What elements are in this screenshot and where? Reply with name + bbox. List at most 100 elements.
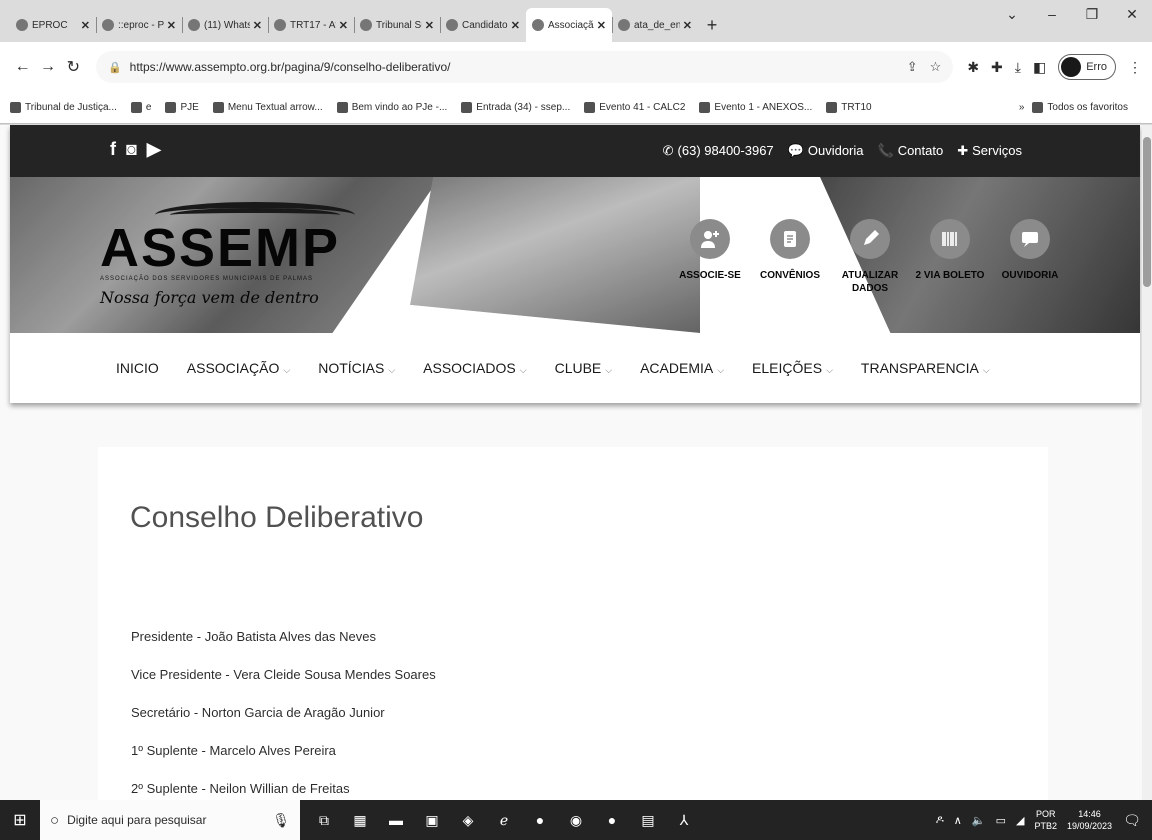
browser-tab[interactable]: (11) WhatsApp✕	[182, 8, 268, 42]
nav-associacao[interactable]: ASSOCIAÇÃO ⌵	[187, 360, 290, 376]
reload-icon[interactable]: ↻	[61, 57, 86, 77]
favicon-icon	[446, 19, 458, 31]
new-tab-button[interactable]: +	[698, 8, 726, 42]
language-indicator[interactable]: POR PTB2	[1034, 808, 1057, 832]
app-icon[interactable]: ▤	[638, 810, 658, 830]
phone-icon: 📞	[877, 143, 894, 158]
search-icon: ○	[50, 811, 60, 829]
more-bookmarks-icon[interactable]: »	[1019, 102, 1025, 113]
close-tab-icon[interactable]: ✕	[81, 19, 90, 32]
edge-browser-icon[interactable]: ℯ	[494, 810, 514, 830]
facebook-icon[interactable]: f	[110, 139, 116, 160]
browser-tab-active[interactable]: Associação D✕	[526, 8, 612, 42]
nav-associados[interactable]: ASSOCIADOS ⌵	[423, 360, 526, 376]
app-icon[interactable]: ◈	[458, 810, 478, 830]
close-tab-icon[interactable]: ✕	[425, 19, 434, 32]
close-tab-icon[interactable]: ✕	[511, 19, 520, 32]
notifications-icon[interactable]: 🗨	[1122, 810, 1142, 830]
close-tab-icon[interactable]: ✕	[167, 19, 176, 32]
download-icon[interactable]: ⤓	[1015, 59, 1021, 76]
chrome-browser-icon[interactable]: ◉	[566, 810, 586, 830]
browser-tab[interactable]: Candidatos ✕	[440, 8, 526, 42]
acrobat-app-icon[interactable]: ⅄	[674, 810, 694, 830]
close-window-icon[interactable]: ✕	[1112, 6, 1152, 23]
volume-icon[interactable]: 🔈	[972, 814, 986, 827]
profile-button[interactable]: Erro	[1058, 54, 1116, 80]
windows-start-icon[interactable]: ⊞	[0, 800, 40, 840]
ouvidoria-link[interactable]: 💬 Ouvidoria	[788, 143, 864, 159]
address-bar[interactable]: 🔒 https://www.assempto.org.br/pagina/9/c…	[95, 51, 954, 83]
close-tab-icon[interactable]: ✕	[253, 19, 262, 32]
app-icon[interactable]: ●	[602, 810, 622, 830]
app-icon[interactable]: ▣	[422, 810, 442, 830]
forward-icon[interactable]: →	[35, 58, 60, 76]
extension-pin-icon[interactable]: ✱	[967, 59, 979, 76]
nav-inicio[interactable]: INICIO	[116, 360, 159, 376]
show-hidden-icons-chevron-icon[interactable]: ∧	[954, 814, 962, 827]
phone-link[interactable]: ✆ (63) 98400-3967	[663, 143, 774, 159]
servicos-link[interactable]: ✚ Serviços	[957, 143, 1022, 159]
nav-academia[interactable]: ACADEMIA ⌵	[640, 360, 724, 376]
people-icon[interactable]: ዶ	[936, 814, 944, 827]
bookmark-item[interactable]: Evento 1 - ANEXOS...	[699, 102, 812, 113]
side-panel-icon[interactable]: ◧	[1033, 59, 1046, 76]
browser-tab[interactable]: ::eproc - Pr ✕	[96, 8, 182, 42]
close-tab-icon[interactable]: ✕	[339, 19, 348, 32]
browser-tab[interactable]: Tribunal Sup✕	[354, 8, 440, 42]
bookmark-item[interactable]: Evento 41 - CALC2	[584, 102, 685, 113]
menu-kebab-icon[interactable]: ⋮	[1128, 59, 1142, 76]
bookmark-item[interactable]: Tribunal de Justiça...	[10, 102, 117, 113]
nav-eleicoes[interactable]: ELEIÇÕES ⌵	[752, 360, 833, 376]
quick-link-2-via-boleto[interactable]: 2 VIA BOLETO	[910, 219, 990, 295]
extensions-puzzle-icon[interactable]: ✚	[991, 59, 1003, 76]
site-logo[interactable]: ASSEMP ASSOCIAÇÃO DOS SERVIDORES MUNICIP…	[100, 202, 370, 307]
mail-app-icon[interactable]: ▬	[386, 810, 406, 830]
task-view-icon[interactable]: ⧉	[314, 810, 334, 830]
nav-transparencia[interactable]: TRANSPARENCIA ⌵	[861, 360, 990, 376]
bookmark-item[interactable]: Entrada (34) - ssep...	[461, 102, 570, 113]
site-banner: ASSEMP ASSOCIAÇÃO DOS SERVIDORES MUNICIP…	[10, 177, 1140, 333]
contato-link[interactable]: 📞 Contato	[878, 143, 944, 159]
site-topbar: f ◙ ▶ ✆ (63) 98400-3967 💬 Ouvidoria 📞 Conta…	[10, 125, 1140, 177]
bookmark-item[interactable]: TRT10	[826, 102, 872, 113]
app-icon[interactable]: ●	[530, 810, 550, 830]
instagram-icon[interactable]: ◙	[126, 139, 137, 160]
quick-link-convenios[interactable]: CONVÊNIOS	[750, 219, 830, 295]
minimize-icon[interactable]: –	[1032, 6, 1072, 23]
nav-clube[interactable]: CLUBE ⌵	[555, 360, 613, 376]
browser-tab[interactable]: TRT17 - Aton✕	[268, 8, 354, 42]
bookmark-item[interactable]: Bem vindo ao PJe -...	[336, 102, 447, 113]
quick-link-associe-se[interactable]: ASSOCIE-SE	[670, 219, 750, 295]
system-tray: ዶ ∧ 🔈 ▭ ◢ POR PTB2 14:46 19/09/2023 🗨	[936, 808, 1152, 832]
browser-tab[interactable]: EPROC ✕	[10, 8, 96, 42]
maximize-icon[interactable]: ❐	[1072, 6, 1112, 23]
youtube-icon[interactable]: ▶	[147, 139, 161, 160]
share-icon[interactable]: ⇪	[907, 59, 918, 75]
quick-link-atualizar-dados[interactable]: ATUALIZAR DADOS	[830, 219, 910, 295]
quick-link-ouvidoria[interactable]: OUVIDORIA	[990, 219, 1070, 295]
browser-tab[interactable]: ata_de_encer✕	[612, 8, 698, 42]
list-item: Presidente - João Batista Alves das Neve…	[131, 629, 376, 644]
taskbar-search[interactable]: ○ Digite aqui para pesquisar 🎙	[40, 800, 300, 840]
bookmark-item[interactable]: e	[130, 102, 151, 113]
battery-icon[interactable]: ▭	[996, 814, 1006, 827]
taskbar-clock[interactable]: 14:46 19/09/2023	[1067, 808, 1112, 832]
bookmark-favicon-icon	[165, 102, 177, 113]
microphone-icon[interactable]: 🎙	[272, 812, 290, 829]
scrollbar-thumb[interactable]	[1143, 137, 1151, 287]
close-tab-icon[interactable]: ✕	[683, 19, 692, 32]
calculator-app-icon[interactable]: ▦	[350, 810, 370, 830]
back-icon[interactable]: ←	[10, 58, 35, 76]
favicon-icon	[102, 19, 114, 31]
page-scrollbar[interactable]	[1142, 125, 1152, 800]
lock-icon[interactable]: 🔒	[108, 61, 122, 74]
browser-toolbar: ← → ↻ 🔒 https://www.assempto.org.br/pagi…	[0, 42, 1152, 92]
bookmark-star-icon[interactable]: ☆	[930, 59, 942, 75]
nav-noticias[interactable]: NOTÍCIAS ⌵	[318, 360, 395, 376]
bookmark-item[interactable]: Menu Textual arrow...	[212, 102, 323, 113]
network-icon[interactable]: ◢	[1016, 814, 1024, 827]
bookmark-item[interactable]: PJE	[165, 102, 199, 113]
all-bookmarks-folder[interactable]: Todos os favoritos	[1032, 102, 1128, 113]
close-tab-icon[interactable]: ✕	[597, 19, 606, 32]
tab-search-icon[interactable]: ⌄	[992, 6, 1032, 23]
